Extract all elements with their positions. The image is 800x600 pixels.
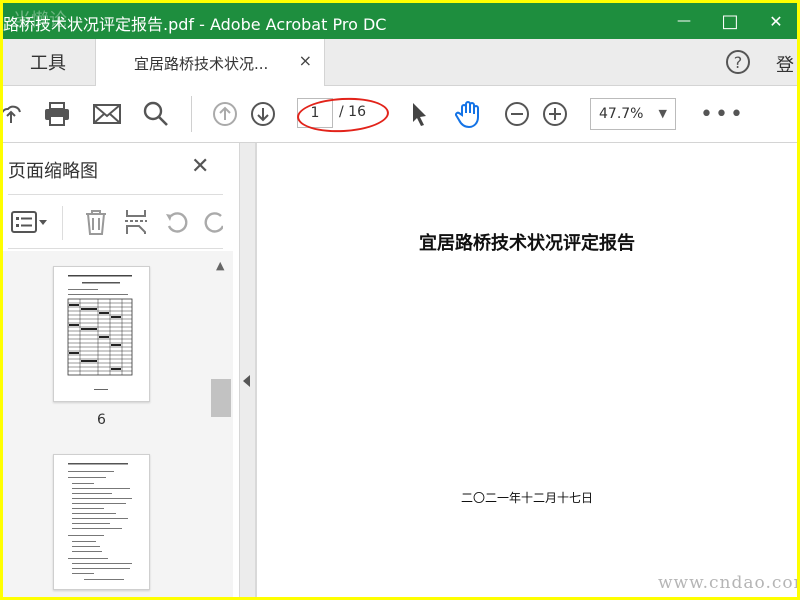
tab-close-icon[interactable]: ×: [299, 51, 312, 70]
tab-document[interactable]: 宜居路桥技术状况... ×: [95, 39, 325, 86]
panel-toolbar-divider: [62, 206, 63, 240]
app-window: 路桥技术状况评定报告.pdf - Adobe Acrobat Pro DC — …: [3, 3, 797, 597]
panel-close-icon[interactable]: ✕: [191, 154, 209, 179]
trash-icon: [86, 210, 106, 235]
title-bar: 路桥技术状况评定报告.pdf - Adobe Acrobat Pro DC — …: [3, 3, 797, 39]
panel-title: 页面缩略图: [8, 161, 98, 182]
document-date: 二〇二一年十二月十七日: [460, 491, 593, 505]
list-options-icon: [11, 211, 47, 233]
insert-page-button[interactable]: [123, 208, 149, 240]
select-tool-button[interactable]: [403, 98, 435, 130]
page-preview: [67, 275, 133, 390]
page-thumbnail-7[interactable]: [53, 454, 150, 590]
panel-divider: [8, 248, 223, 249]
hand-icon: [455, 101, 479, 129]
tab-document-label: 宜居路桥技术状况...: [134, 55, 269, 73]
thumbnail-scrollbar[interactable]: ▲: [209, 251, 233, 597]
close-icon: ✕: [769, 11, 783, 31]
print-button[interactable]: [41, 98, 73, 130]
thumbnail-options-button[interactable]: [11, 208, 49, 240]
search-button[interactable]: [140, 98, 172, 130]
document-page: 宜居路桥技术状况评定报告 二〇二一年十二月十七日: [257, 143, 797, 597]
document-view: 宜居路桥技术状况评定报告 二〇二一年十二月十七日: [255, 143, 797, 597]
scroll-up-icon[interactable]: ▲: [216, 259, 224, 272]
scrollbar-thumb[interactable]: [211, 379, 231, 417]
upload-button[interactable]: [3, 98, 27, 130]
tab-tools[interactable]: 工具: [3, 39, 93, 85]
email-button[interactable]: [91, 98, 123, 130]
zoom-out-button[interactable]: [501, 98, 533, 130]
main-toolbar: 1 / 16 47.7% ▼ •••: [3, 86, 797, 143]
next-page-button[interactable]: [247, 98, 279, 130]
document-title: 宜居路桥技术状况评定报告: [419, 233, 635, 254]
maximize-icon: □: [721, 10, 739, 32]
chevron-down-icon: ▼: [658, 107, 667, 120]
panel-divider: [8, 194, 223, 195]
thumbnail-list: 6: [3, 251, 209, 597]
thumbnail-page-number: 6: [97, 412, 106, 428]
print-icon: [45, 102, 69, 126]
hand-tool-button[interactable]: [453, 98, 485, 130]
upload-icon: [3, 105, 21, 123]
panel-splitter[interactable]: [239, 143, 256, 597]
zoom-in-button[interactable]: [539, 98, 571, 130]
delete-page-button[interactable]: [83, 208, 109, 240]
previous-page-button[interactable]: [209, 98, 241, 130]
zoom-select[interactable]: 47.7% ▼: [590, 98, 676, 130]
zoom-in-icon: [543, 102, 567, 126]
rotate-right-icon: [204, 212, 223, 233]
panel-toolbar: [3, 200, 239, 248]
maximize-button[interactable]: □: [707, 3, 753, 39]
search-icon: [143, 101, 168, 126]
close-window-button[interactable]: ✕: [753, 3, 797, 39]
insert-pages-icon: [125, 210, 147, 234]
sign-in-button[interactable]: 登: [776, 51, 794, 77]
arrow-up-icon: [213, 102, 237, 126]
help-icon[interactable]: ?: [726, 50, 750, 74]
select-cursor-icon: [413, 103, 426, 126]
page-thumbnail-6[interactable]: [53, 266, 150, 402]
more-tools-button[interactable]: •••: [700, 102, 745, 127]
rotate-left-button[interactable]: [163, 208, 189, 240]
page-thumbnails-panel: 页面缩略图 ✕ 6 ▲: [3, 143, 239, 597]
watermark-bottom: www.cndao.com: [658, 573, 797, 593]
toolbar-divider: [191, 96, 192, 132]
page-preview: [68, 463, 132, 580]
zoom-value: 47.7%: [599, 106, 644, 122]
rotate-left-icon: [166, 212, 188, 233]
minimize-icon: —: [677, 13, 691, 29]
tab-bar: 工具 宜居路桥技术状况... × ? 登: [3, 39, 797, 86]
zoom-out-icon: [505, 102, 529, 126]
collapse-panel-icon[interactable]: [243, 375, 250, 387]
arrow-down-icon: [251, 102, 275, 126]
minimize-button[interactable]: —: [661, 3, 707, 39]
watermark-top: 当懒论: [13, 10, 67, 31]
rotate-right-button[interactable]: [203, 208, 223, 240]
mail-icon: [93, 104, 121, 124]
